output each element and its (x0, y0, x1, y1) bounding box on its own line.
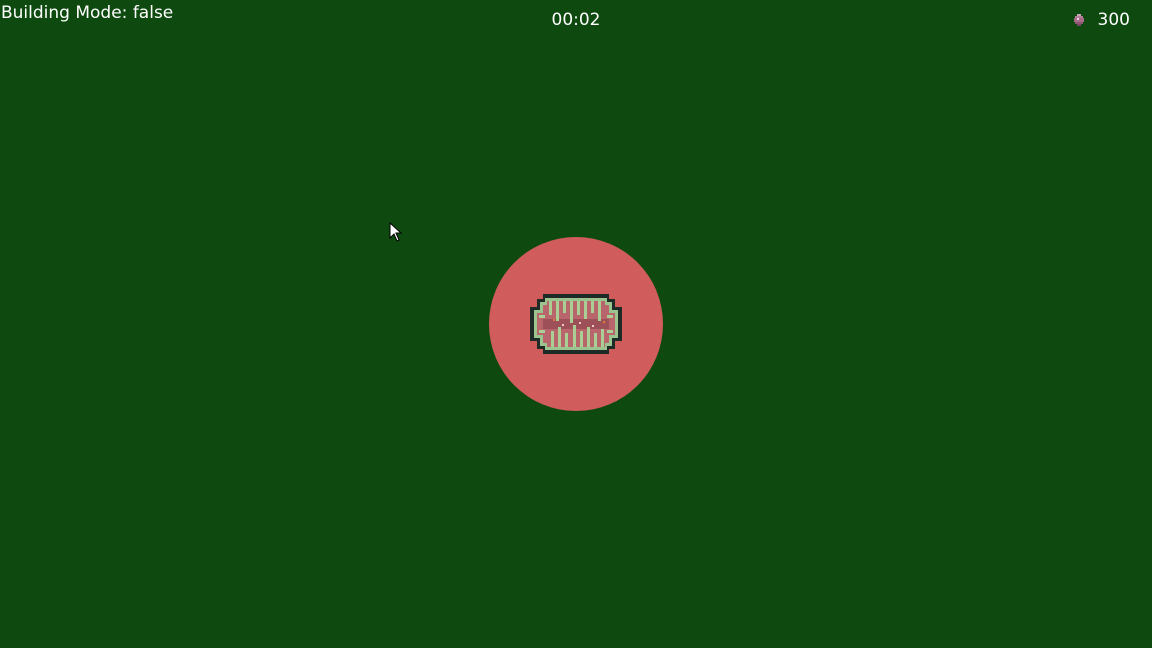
resource-counter: 300 (1072, 10, 1130, 30)
game-viewport[interactable]: Building Mode: false 00:02 300 (0, 0, 1152, 648)
resource-count: 300 (1097, 10, 1130, 30)
base-structure-icon[interactable] (529, 293, 623, 355)
gem-icon (1073, 14, 1084, 26)
mouse-cursor-icon (389, 222, 403, 242)
game-timer: 00:02 (551, 10, 601, 30)
